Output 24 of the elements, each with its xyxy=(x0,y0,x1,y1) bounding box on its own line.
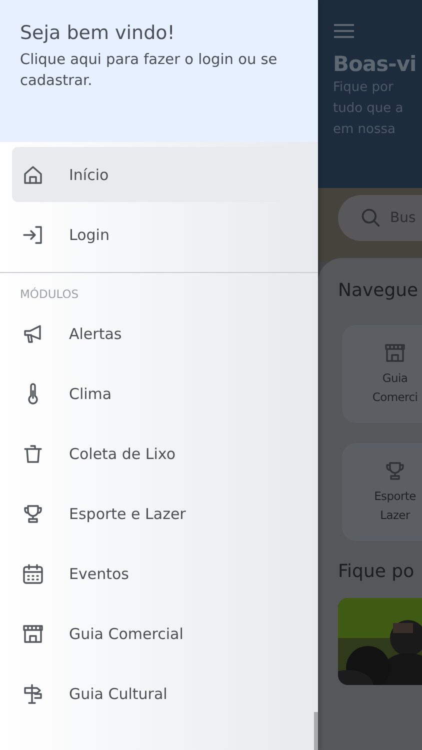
card-label: Esporte Lazer xyxy=(374,488,416,524)
login-prompt: Clique aqui para fazer o login ou se cadastrar. xyxy=(20,51,278,91)
drawer-item[interactable]: Guia Comercial xyxy=(12,606,318,661)
section-heading: Fique po xyxy=(338,561,416,582)
drawer-item[interactable]: Login xyxy=(12,207,318,262)
storefront-icon xyxy=(383,341,407,365)
drawer-item[interactable]: Alertas xyxy=(12,306,318,361)
drawer-header[interactable]: Seja bem vindo! Clique aqui para fazer o login ou se cadastrar. xyxy=(0,0,318,142)
welcome-title: Seja bem vindo! xyxy=(20,22,176,44)
drawer-item[interactable]: Guia Cultural xyxy=(12,666,318,721)
calendar-icon xyxy=(21,562,45,586)
scrollbar xyxy=(314,712,318,750)
drawer-item[interactable]: Esporte e Lazer xyxy=(12,486,318,541)
page-title: Boas-vi xyxy=(333,52,418,76)
trophy-icon xyxy=(383,459,407,483)
signpost-icon xyxy=(21,682,45,706)
drawer-item[interactable]: Coleta de Lixo xyxy=(12,426,318,481)
drawer-item[interactable]: Clima xyxy=(12,366,318,421)
drawer-item[interactable]: Início xyxy=(12,147,318,202)
drawer-item[interactable]: Eventos xyxy=(12,546,318,601)
search-icon xyxy=(360,207,382,229)
section-label: MÓDULOS xyxy=(19,286,80,303)
card-label: Guia Comerci xyxy=(372,370,418,406)
section-heading: Navegue xyxy=(338,280,420,301)
